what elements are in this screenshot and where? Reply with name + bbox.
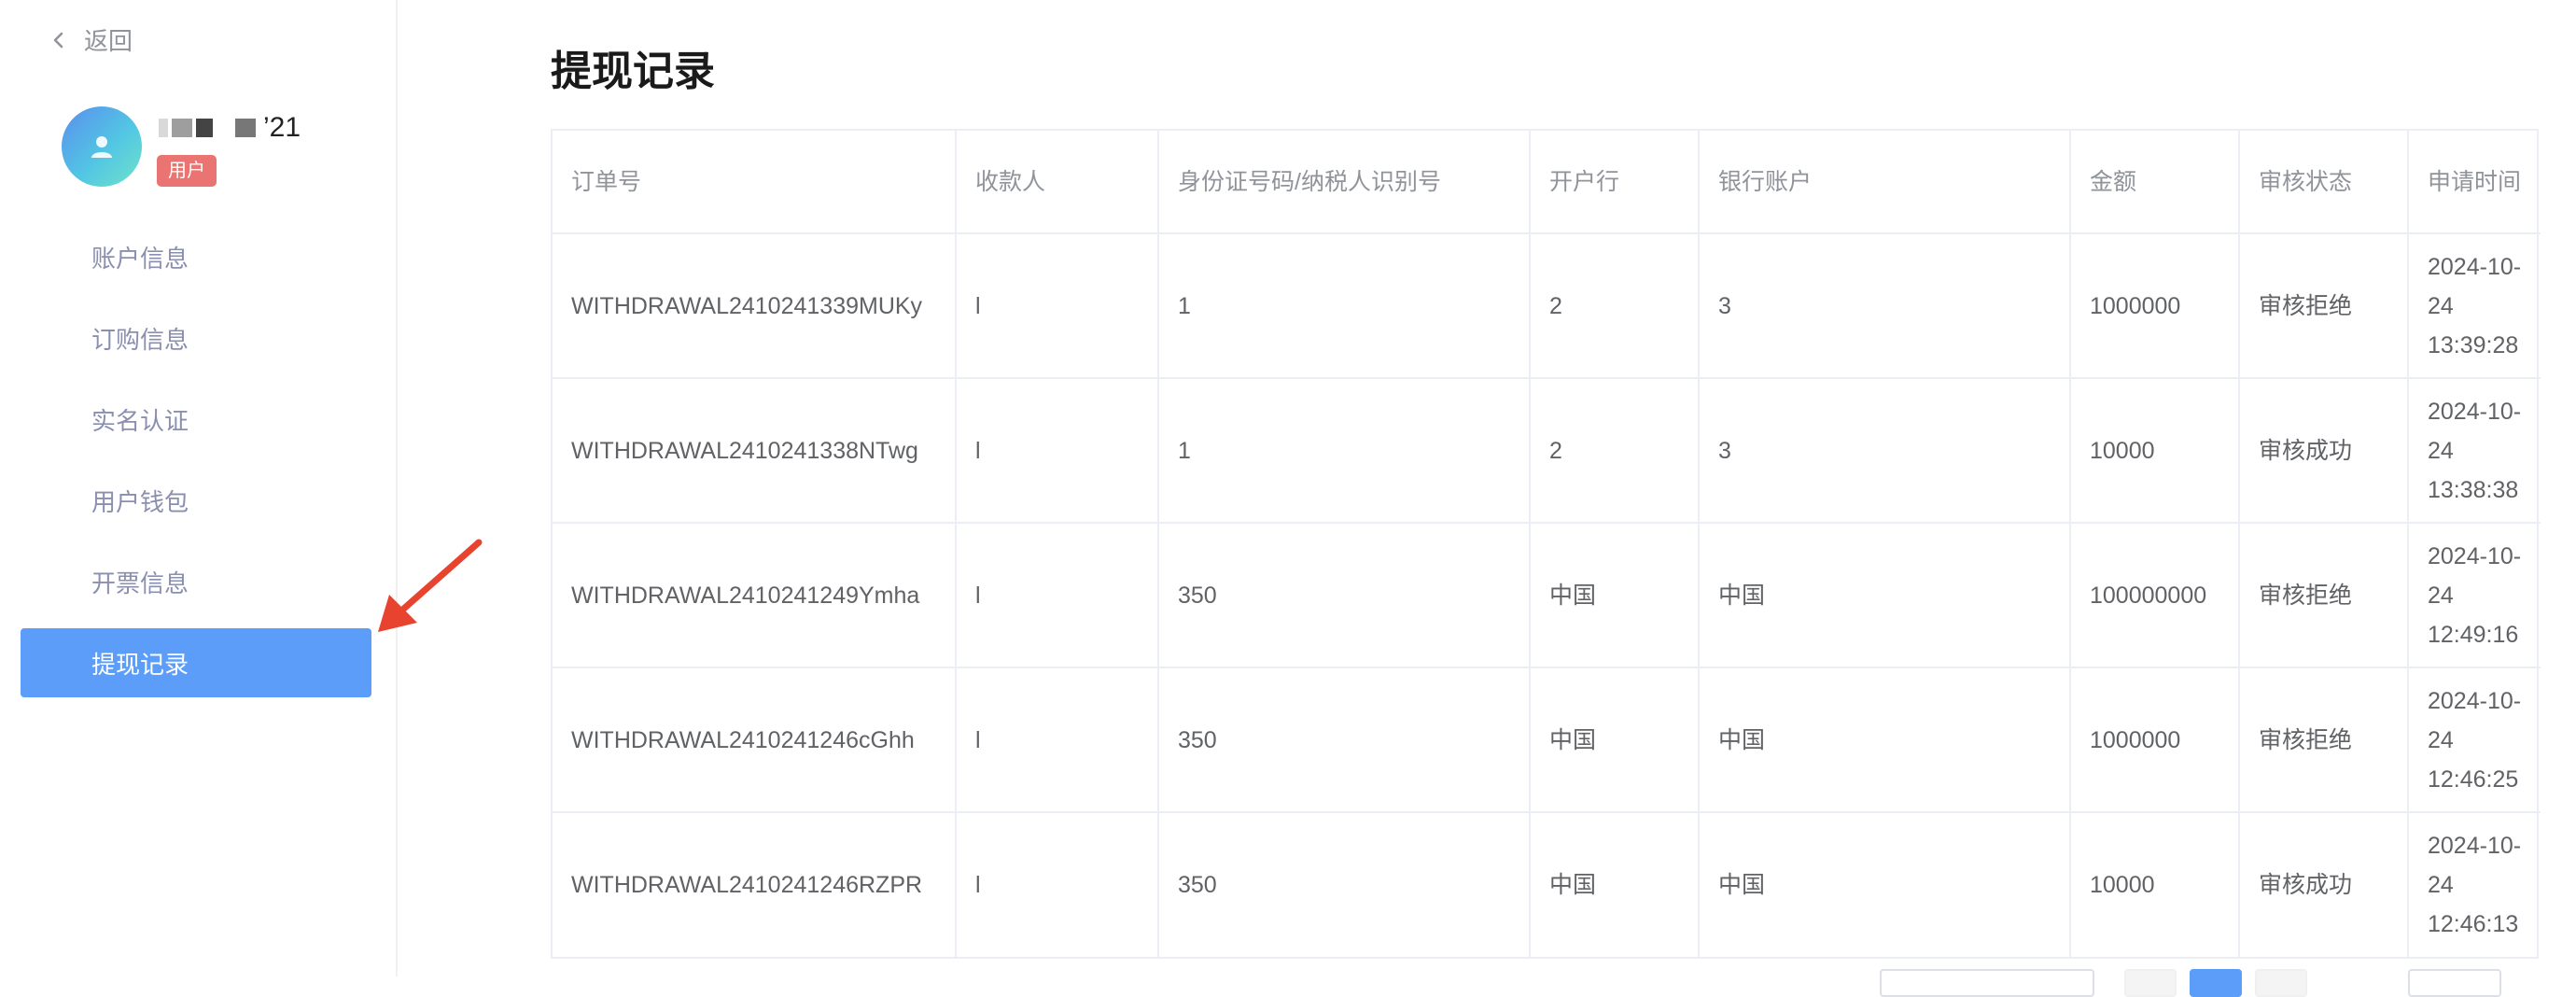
order-id-cell: WITHDRAWAL2410241338NTwg <box>553 378 957 524</box>
column-header: 银行账户 <box>1699 131 2071 234</box>
bank-cell: 2 <box>1530 378 1700 524</box>
order-id-cell: WITHDRAWAL2410241246cGhh <box>553 667 957 813</box>
back-label: 返回 <box>84 27 133 55</box>
id-number-cell: 1 <box>1158 233 1531 379</box>
column-header: 收款人 <box>956 131 1159 234</box>
page-1-button[interactable] <box>2190 969 2242 997</box>
amount-cell: 1000000 <box>2070 233 2240 379</box>
sidebar-nav: 账户信息 订购信息 实名认证 用户钱包 开票信息 提现记录 <box>21 222 371 709</box>
bank-account-cell: 中国 <box>1699 667 2071 813</box>
payee-cell: l <box>956 523 1159 668</box>
table-row: WITHDRAWAL2410241338NTwg l 1 2 3 10000 审… <box>553 378 2541 524</box>
sidebar-item-withdrawal-records[interactable]: 提现记录 <box>21 628 371 697</box>
table-row: WITHDRAWAL2410241246cGhh l 350 中国 中国 100… <box>553 667 2541 813</box>
table-header-row: 订单号 收款人 身份证号码/纳税人识别号 开户行 银行账户 金额 审核状态 申请… <box>553 131 2541 234</box>
username-suffix: ’21 <box>263 112 301 143</box>
bank-cell: 中国 <box>1530 667 1700 813</box>
id-number-cell: 1 <box>1158 378 1531 524</box>
prev-page-button[interactable] <box>2124 969 2177 997</box>
pagination <box>551 969 2539 997</box>
order-id-cell: WITHDRAWAL2410241339MUKy <box>553 233 957 379</box>
column-header: 金额 <box>2070 131 2240 234</box>
withdrawal-table: 订单号 收款人 身份证号码/纳税人识别号 开户行 银行账户 金额 审核状态 申请… <box>551 129 2541 959</box>
status-cell: 审核成功 <box>2239 378 2409 524</box>
page-size-select[interactable] <box>1880 969 2094 997</box>
amount-cell: 1000000 <box>2070 667 2240 813</box>
status-cell: 审核拒绝 <box>2239 233 2409 379</box>
id-number-cell: 350 <box>1158 523 1531 668</box>
amount-cell: 100000000 <box>2070 523 2240 668</box>
bank-account-cell: 3 <box>1699 378 2071 524</box>
payee-cell: l <box>956 812 1159 957</box>
sidebar-item-label: 订购信息 <box>91 325 189 354</box>
sidebar-item-account-info[interactable]: 账户信息 <box>21 222 371 291</box>
bank-account-cell: 中国 <box>1699 812 2071 957</box>
username: ’21 <box>159 112 301 144</box>
sidebar-item-user-wallet[interactable]: 用户钱包 <box>21 466 371 535</box>
id-number-cell: 350 <box>1158 667 1531 813</box>
sidebar-item-real-name-auth[interactable]: 实名认证 <box>21 385 371 454</box>
column-header: 身份证号码/纳税人识别号 <box>1158 131 1531 234</box>
chevron-left-icon <box>43 24 75 56</box>
apply-time-cell: 2024-10-24 12:49:16 <box>2408 523 2541 668</box>
sidebar-item-label: 实名认证 <box>91 406 189 435</box>
column-header: 审核状态 <box>2239 131 2409 234</box>
user-icon <box>91 136 112 158</box>
table-row: WITHDRAWAL2410241339MUKy l 1 2 3 1000000… <box>553 233 2541 379</box>
next-page-button[interactable] <box>2255 969 2307 997</box>
table-row: WITHDRAWAL2410241246RZPR l 350 中国 中国 100… <box>553 812 2541 957</box>
back-button[interactable]: 返回 <box>43 22 133 57</box>
sidebar-item-label: 用户钱包 <box>91 487 189 516</box>
page-title: 提现记录 <box>551 49 715 94</box>
sidebar-item-label: 账户信息 <box>91 244 189 273</box>
payee-cell: l <box>956 233 1159 379</box>
column-header: 申请时间 <box>2408 131 2541 234</box>
status-cell: 审核成功 <box>2239 812 2409 957</box>
role-badge: 用户 <box>157 155 217 187</box>
sidebar: 返回 ’21 用户 账户信息 订购信息 实名认证 用户钱包 开票信息 提现记录 <box>0 0 398 976</box>
jump-page-input[interactable] <box>2408 969 2501 997</box>
bank-account-cell: 中国 <box>1699 523 2071 668</box>
redacted-name <box>159 119 256 137</box>
id-number-cell: 350 <box>1158 812 1531 957</box>
bank-cell: 中国 <box>1530 812 1700 957</box>
column-header: 开户行 <box>1530 131 1700 234</box>
apply-time-cell: 2024-10-24 13:38:38 <box>2408 378 2541 524</box>
sidebar-item-order-info[interactable]: 订购信息 <box>21 303 371 372</box>
amount-cell: 10000 <box>2070 378 2240 524</box>
annotation-arrow-icon <box>378 539 483 632</box>
status-cell: 审核拒绝 <box>2239 523 2409 668</box>
bank-account-cell: 3 <box>1699 233 2071 379</box>
status-cell: 审核拒绝 <box>2239 667 2409 813</box>
order-id-cell: WITHDRAWAL2410241249Ymha <box>553 523 957 668</box>
sidebar-item-label: 开票信息 <box>91 569 189 597</box>
amount-cell: 10000 <box>2070 812 2240 957</box>
sidebar-item-label: 提现记录 <box>91 650 189 679</box>
bank-cell: 2 <box>1530 233 1700 379</box>
avatar <box>62 106 142 187</box>
payee-cell: l <box>956 378 1159 524</box>
apply-time-cell: 2024-10-24 12:46:25 <box>2408 667 2541 813</box>
sidebar-item-invoice-info[interactable]: 开票信息 <box>21 547 371 616</box>
bank-cell: 中国 <box>1530 523 1700 668</box>
table-row: WITHDRAWAL2410241249Ymha l 350 中国 中国 100… <box>553 523 2541 668</box>
column-header: 订单号 <box>553 131 957 234</box>
order-id-cell: WITHDRAWAL2410241246RZPR <box>553 812 957 957</box>
payee-cell: l <box>956 667 1159 813</box>
apply-time-cell: 2024-10-24 12:46:13 <box>2428 833 2522 937</box>
apply-time-cell: 2024-10-24 13:39:28 <box>2408 233 2541 379</box>
